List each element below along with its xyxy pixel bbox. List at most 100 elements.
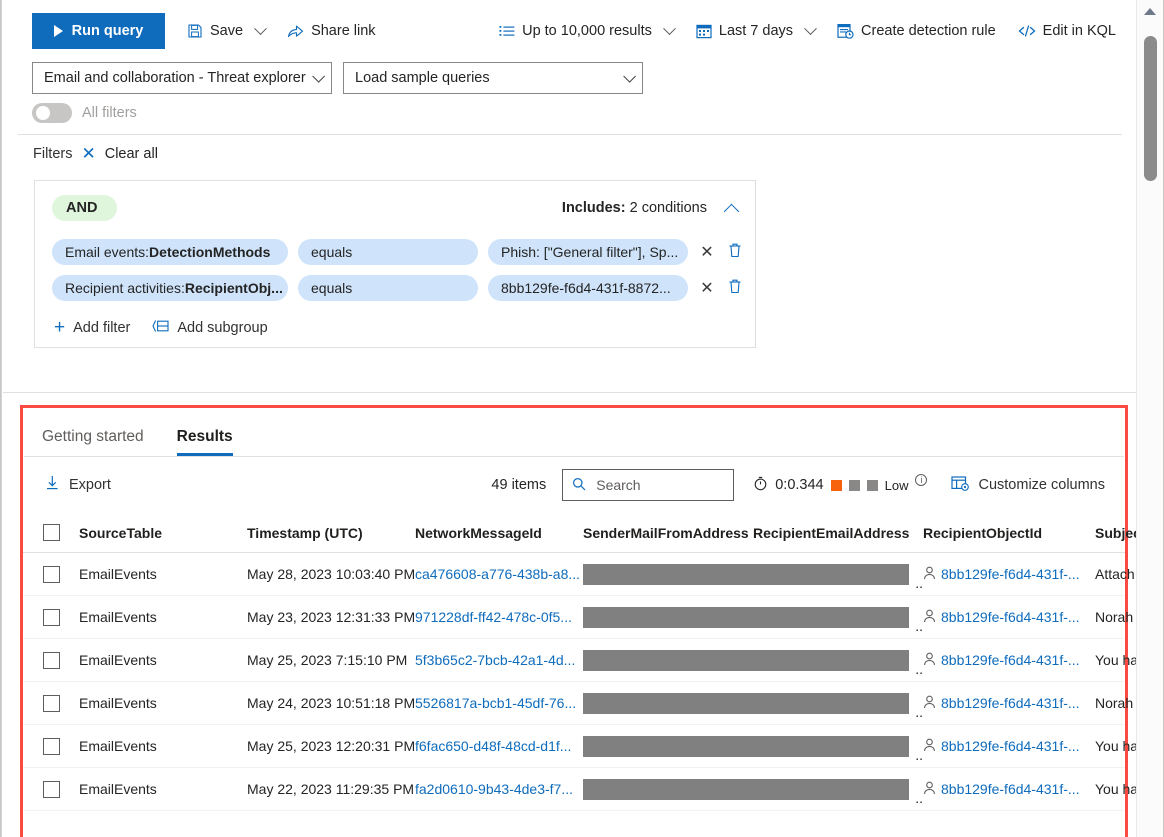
cell-timestamp: May 25, 2023 7:15:10 PM (247, 652, 408, 668)
recipientobjectid-link[interactable]: 8bb129fe-f6d4-431f-... (941, 695, 1080, 711)
sample-queries-selector[interactable]: Load sample queries (343, 62, 643, 94)
filter-group: AND Includes: 2 conditions Email events:… (34, 180, 756, 348)
customize-columns-button[interactable]: Customize columns (951, 475, 1105, 495)
cell-recipientobjectid[interactable]: 8bb129fe-f6d4-431f-... (923, 652, 1095, 669)
close-icon[interactable]: ✕ (81, 145, 95, 162)
column-header-timestamp[interactable]: Timestamp (UTC) (247, 525, 415, 541)
condition-value-1[interactable]: 8bb129fe-f6d4-431f-8872... (488, 275, 688, 301)
row-checkbox[interactable] (43, 608, 60, 626)
recipientobjectid-link[interactable]: 8bb129fe-f6d4-431f-... (941, 781, 1080, 797)
query-toolbar: Run query Save Share link Up to 10,000 r… (2, 0, 1138, 62)
row-checkbox[interactable] (43, 780, 60, 798)
clear-condition-icon-0[interactable]: ✕ (698, 242, 716, 262)
perf-bar-3 (866, 479, 878, 491)
scrollbar-thumb[interactable] (1144, 36, 1157, 181)
column-header-sendermailfromaddress[interactable]: SenderMailFromAddress (583, 525, 753, 541)
search-box[interactable] (562, 469, 735, 501)
column-header-recipientobjectid[interactable]: RecipientObjectId (923, 525, 1095, 541)
condition-operator-1[interactable]: equals (298, 275, 478, 301)
recipientobjectid-link[interactable]: 8bb129fe-f6d4-431f-... (941, 609, 1080, 625)
export-button[interactable]: Export (45, 475, 111, 495)
run-query-button[interactable]: Run query (32, 13, 165, 49)
truncation-marker: .. (915, 789, 923, 806)
table-row[interactable]: EmailEvents May 24, 2023 10:51:18 PM 552… (23, 682, 1133, 725)
recipientobjectid-link[interactable]: 8bb129fe-f6d4-431f-... (941, 566, 1080, 582)
results-tabs: Getting started Results (23, 408, 1125, 456)
save-button[interactable]: Save (187, 21, 267, 39)
table-row[interactable]: EmailEvents May 28, 2023 10:03:40 PM ca4… (23, 553, 1135, 596)
cell-networkmessageid[interactable]: 971228df-ff42-478c-0f5... (415, 609, 583, 625)
time-range-button[interactable]: Last 7 days (696, 21, 817, 39)
share-link-button[interactable]: Share link (287, 23, 376, 39)
all-filters-toggle[interactable] (32, 103, 72, 123)
delete-condition-icon-0[interactable] (726, 243, 744, 261)
redaction-bar (583, 692, 909, 714)
select-all-checkbox[interactable] (43, 524, 60, 541)
create-detection-rule-button[interactable]: Create detection rule (837, 23, 996, 39)
results-panel: Getting started Results Export 49 items (20, 405, 1146, 837)
cell-networkmessageid[interactable]: 5526817a-bcb1-45df-76... (415, 695, 583, 711)
row-checkbox[interactable] (43, 694, 60, 712)
table-row[interactable]: EmailEvents May 25, 2023 7:15:10 PM 5f3b… (23, 639, 1138, 682)
cell-recipientobjectid[interactable]: 8bb129fe-f6d4-431f-... (923, 738, 1095, 755)
cell-recipientobjectid[interactable]: 8bb129fe-f6d4-431f-... (923, 695, 1095, 712)
clear-all-button[interactable]: Clear all (105, 146, 158, 162)
filter-condition-row: Email events: DetectionMethods equals Ph… (52, 239, 755, 265)
vertical-scrollbar[interactable] (1136, 0, 1163, 837)
query-performance-indicator: 0:0.344 Low i (753, 474, 928, 495)
table-row[interactable]: EmailEvents May 22, 2023 11:29:35 PM fa2… (23, 768, 1138, 811)
results-limit-button[interactable]: Up to 10,000 results (499, 21, 676, 39)
add-filter-button[interactable]: + Add filter (54, 318, 130, 337)
column-header-recipientemailaddress[interactable]: RecipientEmailAddress (753, 525, 923, 541)
filters-header: Filters ✕ Clear all (33, 145, 158, 162)
cell-recipientobjectid[interactable]: 8bb129fe-f6d4-431f-... (923, 609, 1095, 626)
condition-field-0[interactable]: Email events: DetectionMethods (52, 239, 288, 265)
condition-field-name-0: DetectionMethods (149, 244, 271, 260)
table-row[interactable]: EmailEvents May 25, 2023 12:20:31 PM f6f… (23, 725, 1138, 768)
chevron-down-icon (254, 21, 267, 35)
table-header-row: SourceTable Timestamp (UTC) NetworkMessa… (23, 513, 1146, 553)
cell-networkmessageid[interactable]: f6fac650-d48f-48cd-d1f... (415, 738, 583, 754)
column-header-sourcetable[interactable]: SourceTable (79, 525, 247, 541)
cell-networkmessageid[interactable]: 5f3b65c2-7bcb-42a1-4d... (415, 652, 583, 668)
person-icon (923, 738, 936, 755)
condition-value-0[interactable]: Phish: ["General filter"], Sp... (488, 239, 688, 265)
tab-results[interactable]: Results (176, 428, 233, 456)
collapse-group-button[interactable] (723, 203, 740, 219)
divider (18, 134, 1122, 135)
add-subgroup-button[interactable]: Add subgroup (152, 319, 268, 337)
condition-field-1[interactable]: Recipient activities: RecipientObj... (52, 275, 288, 301)
condition-operator-0[interactable]: equals (298, 239, 478, 265)
truncation-marker: .. (915, 660, 923, 677)
chevron-down-icon (312, 69, 325, 83)
customize-columns-label: Customize columns (978, 477, 1105, 493)
perf-bar-1 (830, 479, 842, 491)
table-row[interactable]: EmailEvents May 23, 2023 12:31:33 PM 971… (23, 596, 1133, 639)
person-icon (923, 566, 936, 583)
cell-networkmessageid[interactable]: ca476608-a776-438b-a8... (415, 566, 583, 582)
row-checkbox[interactable] (43, 651, 60, 669)
cell-networkmessageid[interactable]: fa2d0610-9b43-4de3-f7... (415, 781, 583, 797)
select-all-checkbox-cell (43, 524, 79, 541)
filter-condition-row: Recipient activities: RecipientObj... eq… (52, 275, 755, 301)
logical-operator-selector[interactable]: AND (52, 195, 118, 221)
row-checkbox[interactable] (43, 737, 60, 755)
delete-condition-icon-1[interactable] (726, 279, 744, 297)
schema-selector[interactable]: Email and collaboration - Threat explore… (32, 62, 332, 94)
clear-condition-icon-1[interactable]: ✕ (698, 278, 716, 298)
results-limit-label: Up to 10,000 results (522, 23, 652, 39)
info-icon[interactable]: i (915, 474, 928, 486)
recipientobjectid-link[interactable]: 8bb129fe-f6d4-431f-... (941, 738, 1080, 754)
cell-recipientobjectid[interactable]: 8bb129fe-f6d4-431f-... (923, 781, 1095, 798)
tab-getting-started[interactable]: Getting started (42, 428, 144, 456)
search-input[interactable] (594, 476, 725, 494)
row-checkbox[interactable] (43, 565, 60, 583)
column-header-networkmessageid[interactable]: NetworkMessageId (415, 525, 583, 541)
scroll-up-arrow-icon[interactable] (1144, 8, 1156, 15)
edit-in-kql-button[interactable]: Edit in KQL (1018, 23, 1116, 39)
run-query-label: Run query (71, 23, 144, 39)
all-filters-label: All filters (82, 105, 137, 121)
redaction-bar (583, 606, 909, 628)
recipientobjectid-link[interactable]: 8bb129fe-f6d4-431f-... (941, 652, 1080, 668)
cell-recipientobjectid[interactable]: 8bb129fe-f6d4-431f-... (923, 566, 1095, 583)
